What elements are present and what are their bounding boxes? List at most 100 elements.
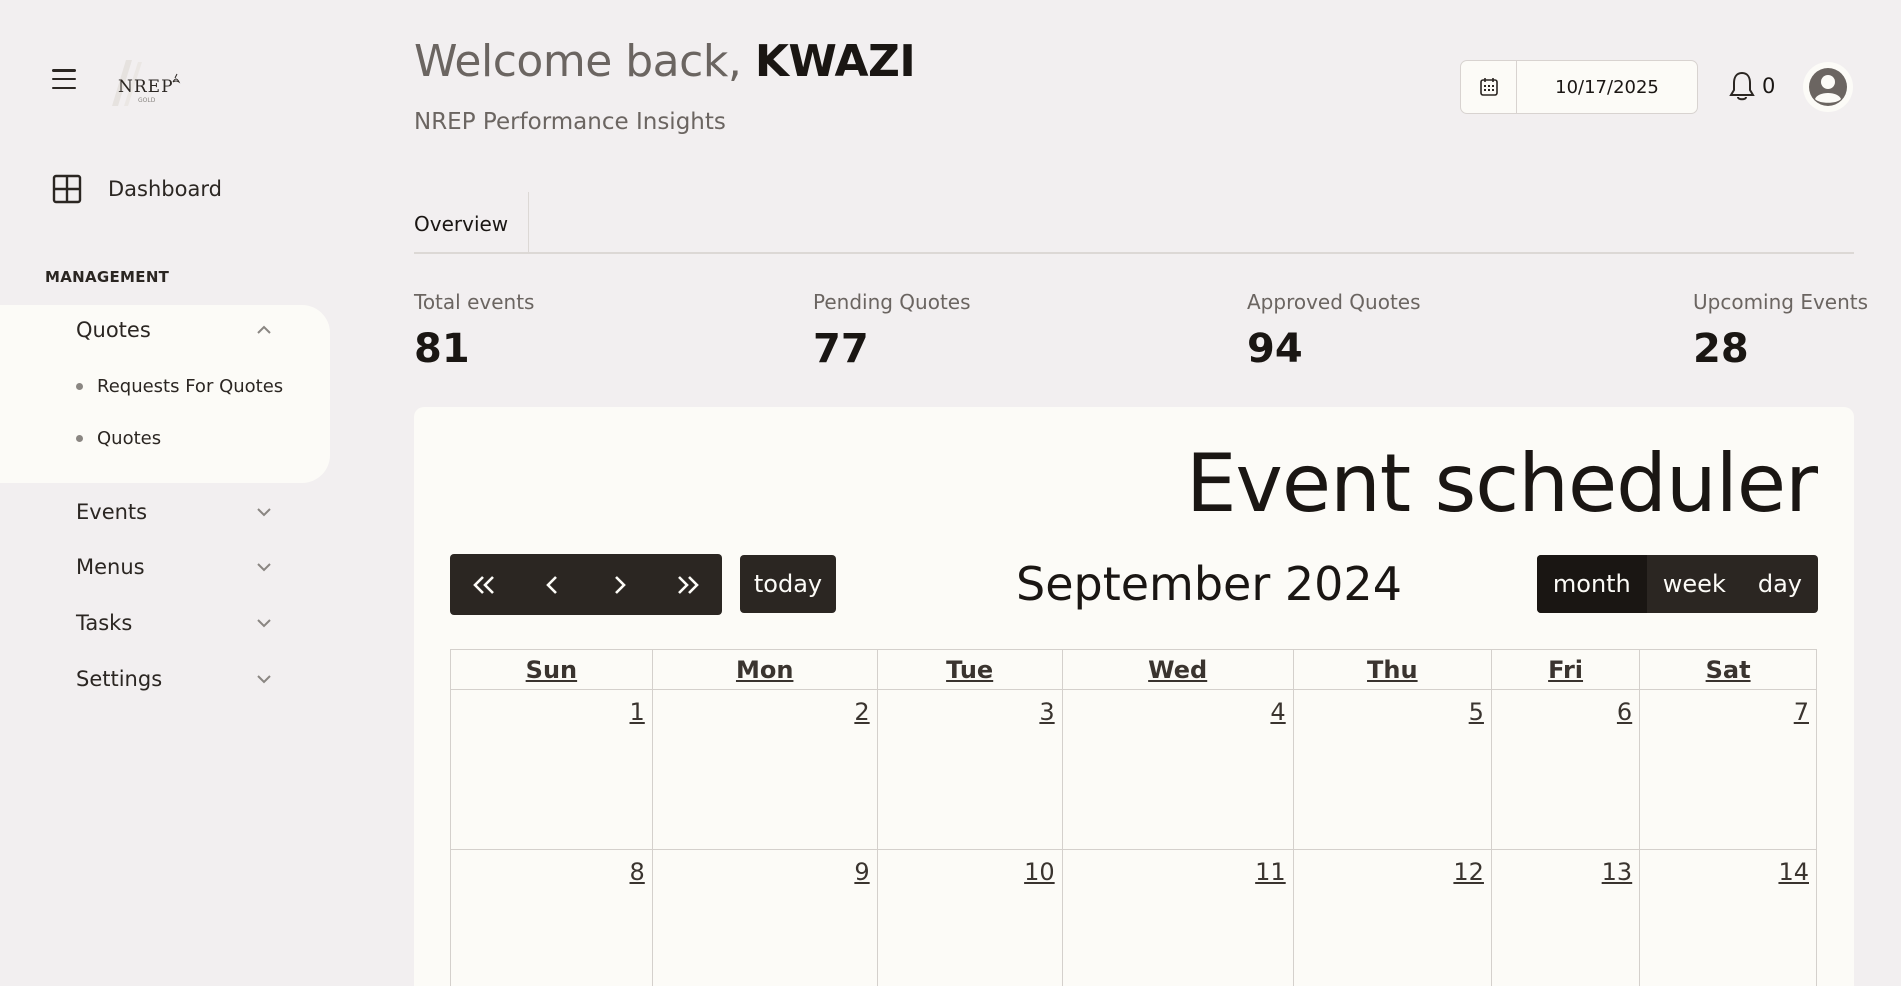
chevron-down-icon [257,508,271,517]
dashboard-grid-icon [52,174,82,204]
hamburger-menu-icon[interactable] [50,66,78,92]
calendar-week-row: 8 9 10 11 12 13 14 [450,849,1817,986]
event-scheduler-card: Event scheduler today September 2024 mon… [414,407,1854,986]
chevron-down-icon [257,675,271,684]
day-number[interactable]: 5 [1469,698,1484,726]
day-view-button[interactable]: day [1742,555,1818,613]
stat-pending-quotes: Pending Quotes 77 [813,290,971,372]
sidebar-item-tasks[interactable]: Tasks [76,611,272,635]
calendar-day-cell[interactable]: 14 [1639,849,1817,986]
double-chevron-left-icon [473,575,494,594]
day-number[interactable]: 4 [1270,698,1285,726]
calendar-day-cell[interactable]: 3 [876,689,1063,850]
day-number[interactable]: 8 [630,858,645,886]
day-number[interactable]: 12 [1453,858,1484,886]
date-value[interactable]: 10/17/2025 [1517,77,1697,98]
weekday-header[interactable]: Fri [1490,649,1641,690]
section-title-management: MANAGEMENT [45,268,170,286]
sidebar-item-settings[interactable]: Settings [76,667,272,691]
calendar-day-cell[interactable]: 10 [876,849,1063,986]
day-number[interactable]: 10 [1024,858,1055,886]
day-number[interactable]: 2 [854,698,869,726]
next-month-button[interactable] [586,554,654,615]
chevron-up-icon [257,325,271,334]
sidebar-item-label: Events [76,500,148,524]
day-number[interactable]: 14 [1778,858,1809,886]
calendar-day-cell[interactable]: 9 [651,849,878,986]
day-number[interactable]: 1 [630,698,645,726]
weekday-header[interactable]: Sun [450,649,653,690]
prev-year-button[interactable] [450,554,518,615]
welcome-prefix: Welcome back, [414,36,742,87]
stat-label: Approved Quotes [1247,290,1421,314]
today-button[interactable]: today [740,555,836,613]
chevron-left-icon [546,575,557,594]
sidebar-item-label: Quotes [76,318,151,342]
next-year-button[interactable] [654,554,722,615]
day-number[interactable]: 6 [1617,698,1632,726]
stat-label: Total events [414,290,535,314]
notification-count: 0 [1762,74,1776,98]
scheduler-title: Event scheduler [1185,437,1818,530]
sidebar: NREP GOLD Dashboard MANAGEMENT Quotes Re… [0,0,340,986]
sidebar-subitem-quotes[interactable]: Quotes [76,428,161,449]
calendar-day-cell[interactable]: 6 [1490,689,1641,850]
stat-label: Pending Quotes [813,290,971,314]
stat-value: 77 [813,326,869,372]
subitem-label: Quotes [97,428,162,449]
calendar-day-cell[interactable]: 1 [450,689,653,850]
chevron-down-icon [257,619,271,628]
calendar-day-cell[interactable]: 12 [1292,849,1492,986]
user-avatar[interactable] [1803,62,1853,112]
weekday-header[interactable]: Tue [876,649,1063,690]
notifications-button[interactable]: 0 [1728,70,1775,102]
subitem-label: Requests For Quotes [97,376,284,397]
svg-text:NREP: NREP [118,77,174,97]
sidebar-item-events[interactable]: Events [76,500,272,524]
week-view-button[interactable]: week [1647,555,1742,613]
page-subtitle: NREP Performance Insights [414,109,726,135]
day-number[interactable]: 7 [1794,698,1809,726]
chevron-right-icon [615,575,626,594]
sidebar-item-quotes[interactable]: Quotes [76,318,272,342]
month-view-button[interactable]: month [1536,555,1647,613]
date-picker[interactable]: 10/17/2025 [1460,60,1698,114]
weekday-header[interactable]: Sat [1639,649,1817,690]
day-number[interactable]: 11 [1255,858,1286,886]
stat-approved-quotes: Approved Quotes 94 [1247,290,1421,372]
double-chevron-right-icon [678,575,699,594]
day-number[interactable]: 3 [1039,698,1054,726]
sidebar-item-dashboard[interactable]: Dashboard [52,174,222,204]
stat-value: 28 [1693,326,1749,372]
stat-label: Upcoming Events [1693,290,1869,314]
calendar-day-cell[interactable]: 4 [1061,689,1294,850]
calendar-icon[interactable] [1461,61,1517,113]
calendar-month-title: September 2024 [1016,557,1402,611]
stat-value: 94 [1247,326,1303,372]
day-number[interactable]: 9 [854,858,869,886]
stat-upcoming-events: Upcoming Events 28 [1693,290,1868,372]
calendar-day-cell[interactable]: 5 [1292,689,1492,850]
calendar-grid: Sun Mon Tue Wed Thu Fri Sat 1 2 3 4 5 6 … [450,649,1817,986]
sidebar-item-label: Tasks [76,611,133,635]
sidebar-subitem-requests-for-quotes[interactable]: Requests For Quotes [76,376,283,397]
calendar-day-cell[interactable]: 2 [651,689,878,850]
calendar-day-cell[interactable]: 11 [1061,849,1294,986]
sidebar-item-label: Settings [76,667,163,691]
weekday-header[interactable]: Wed [1061,649,1294,690]
weekday-header[interactable]: Mon [651,649,878,690]
nrep-logo: NREP GOLD [104,56,186,110]
prev-month-button[interactable] [518,554,586,615]
tab-overview[interactable]: Overview [414,192,530,252]
weekday-header[interactable]: Thu [1292,649,1492,690]
day-number[interactable]: 13 [1602,858,1633,886]
sidebar-item-menus[interactable]: Menus [76,555,272,579]
bell-icon [1729,71,1755,101]
bullet-icon [76,383,83,390]
user-icon [1809,68,1847,106]
calendar-day-cell[interactable]: 13 [1490,849,1641,986]
calendar-day-cell[interactable]: 8 [450,849,653,986]
stat-total-events: Total events 81 [414,290,534,372]
sidebar-item-label: Menus [76,555,145,579]
calendar-day-cell[interactable]: 7 [1639,689,1817,850]
